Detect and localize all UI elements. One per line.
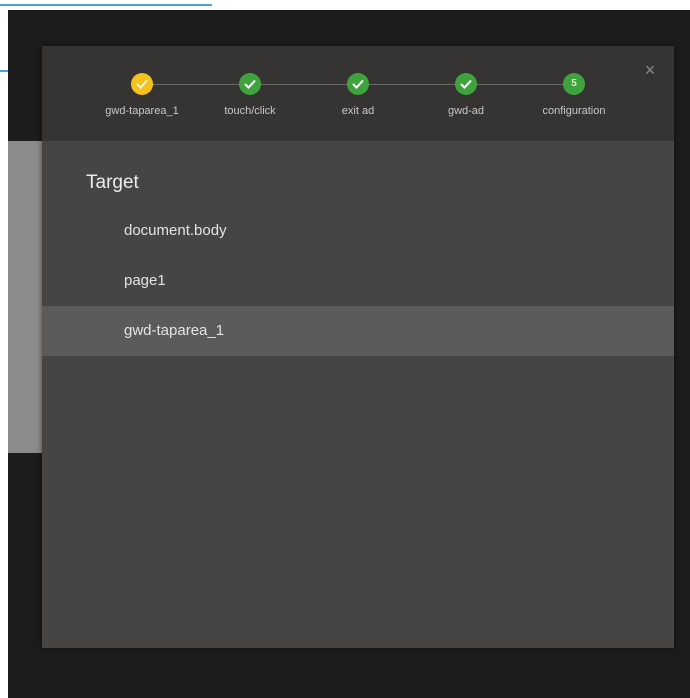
step-label: gwd-ad (447, 105, 485, 117)
screen: × gwd-taparea_1 touch/click exit ad gwd-… (0, 0, 690, 698)
target-heading: Target (86, 172, 139, 193)
step-label: touch/click (224, 105, 276, 117)
step-done-check-icon (239, 73, 261, 95)
background-panel (8, 141, 44, 453)
step-touch-click[interactable]: touch/click (195, 68, 305, 117)
target-list: document.body page1 gwd-taparea_1 (42, 206, 674, 356)
target-item-document-body[interactable]: document.body (42, 206, 674, 256)
step-label: gwd-taparea_1 (105, 105, 179, 117)
target-item-page1[interactable]: page1 (42, 256, 674, 306)
step-label: configuration (542, 105, 606, 117)
step-done-check-icon (347, 73, 369, 95)
step-label: exit ad (341, 105, 375, 117)
step-done-check-icon (455, 73, 477, 95)
step-gwd-taparea[interactable]: gwd-taparea_1 (87, 68, 197, 117)
wizard-stepper: gwd-taparea_1 touch/click exit ad gwd-ad… (42, 68, 674, 128)
step-configuration[interactable]: 5 configuration (519, 68, 629, 117)
step-number-badge: 5 (563, 73, 585, 95)
step-number: 5 (571, 78, 577, 89)
tap-area-wizard-dialog: × gwd-taparea_1 touch/click exit ad gwd-… (42, 46, 674, 648)
step-gwd-ad[interactable]: gwd-ad (411, 68, 521, 117)
wizard-stepper-header: × gwd-taparea_1 touch/click exit ad gwd-… (42, 46, 674, 141)
target-item-gwd-taparea-selected[interactable]: gwd-taparea_1 (42, 306, 674, 356)
step-exit-ad[interactable]: exit ad (303, 68, 413, 117)
step-current-check-icon (131, 73, 153, 95)
app-top-accent (0, 0, 212, 6)
